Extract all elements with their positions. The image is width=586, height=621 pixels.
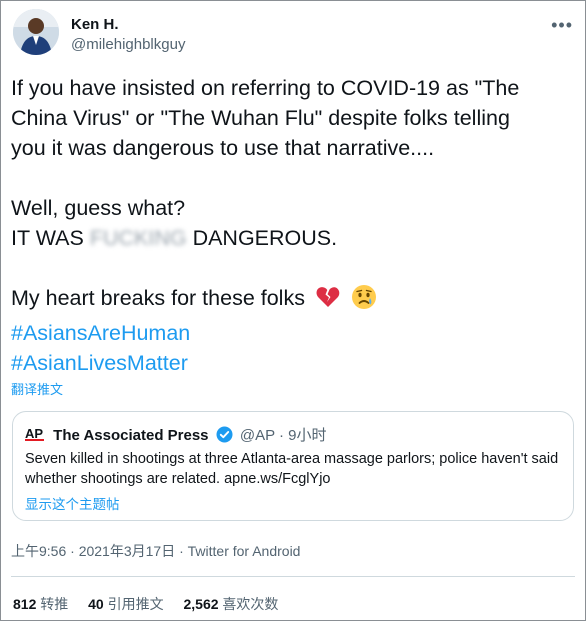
censored-word: FUCKING <box>89 226 187 250</box>
tweet-text: If you have insisted on referring to COV… <box>11 73 577 378</box>
tweet-line: My heart breaks for these folks <box>11 283 577 318</box>
divider <box>11 576 575 577</box>
tweet-frame: Ken H. @milehighblkguy ••• If you have i… <box>0 0 586 621</box>
quoted-tweet-card[interactable]: AP The Associated Press @AP · 9小时 Seven … <box>12 411 574 521</box>
svg-text:AP: AP <box>25 426 43 441</box>
author-handle[interactable]: @milehighblkguy <box>71 36 185 53</box>
retweets-stat[interactable]: 812 转推 <box>13 596 68 612</box>
quoted-handle-time: @AP · 9小时 <box>239 427 327 444</box>
likes-stat[interactable]: 2,562 喜欢次数 <box>184 596 279 612</box>
tweet-line: IT WAS FUCKING DANGEROUS. <box>11 226 338 250</box>
crying-face-icon <box>351 284 377 318</box>
tweet-line: If you have insisted on referring to COV… <box>11 76 520 100</box>
tweet-stats: 812 转推 40 引用推文 2,562 喜欢次数 <box>13 594 294 614</box>
quotes-stat[interactable]: 40 引用推文 <box>88 596 163 612</box>
quoted-tweet-header: AP The Associated Press @AP · 9小时 <box>25 424 327 446</box>
ap-logo-icon: AP <box>25 426 45 446</box>
avatar[interactable] <box>13 9 59 55</box>
tweet-line: Well, guess what? <box>11 196 186 220</box>
translate-tweet-link[interactable]: 翻译推文 <box>11 379 63 398</box>
author-name[interactable]: Ken H. <box>71 16 119 33</box>
show-thread-link[interactable]: 显示这个主题帖 <box>25 493 120 513</box>
quoted-tweet-text: Seven killed in shootings at three Atlan… <box>25 451 559 487</box>
verified-badge-icon <box>216 426 233 447</box>
tweet-line: China Virus" or "The Wuhan Flu" despite … <box>11 106 510 130</box>
hashtag-link[interactable]: #AsianLivesMatter <box>11 348 577 378</box>
tweet-header: Ken H. @milehighblkguy ••• <box>13 9 573 59</box>
tweet-timestamp[interactable]: 上午9:56 · 2021年3月17日 · Twitter for Androi… <box>11 541 300 561</box>
hashtag-link[interactable]: #AsiansAreHuman <box>11 318 577 348</box>
quoted-author-name: The Associated Press <box>53 427 209 444</box>
more-dots-icon[interactable]: ••• <box>551 15 573 36</box>
broken-heart-icon <box>315 284 341 318</box>
tweet-line: you it was dangerous to use that narrati… <box>11 136 435 160</box>
